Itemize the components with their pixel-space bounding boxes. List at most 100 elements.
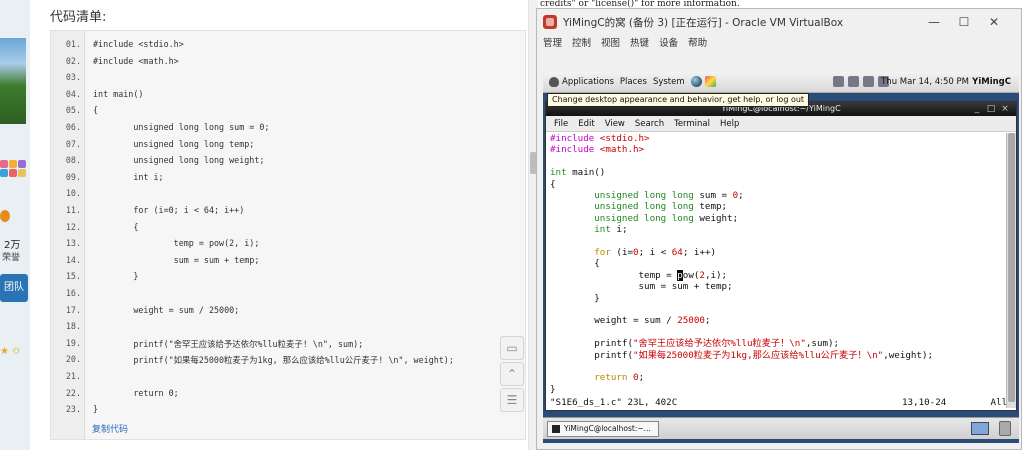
network-icon[interactable] <box>863 76 874 87</box>
back-to-top-icon[interactable]: ⌃ <box>500 362 524 386</box>
menu-view[interactable]: 视图 <box>601 35 620 51</box>
system-label: System <box>652 76 685 87</box>
line-number: 19. <box>65 337 81 348</box>
line-number: 12. <box>65 221 81 232</box>
code-line: 10. <box>51 188 527 205</box>
code-text: { <box>93 105 99 116</box>
code-line: 02. #include <math.h> <box>51 56 527 73</box>
text-cursor: p <box>677 269 683 281</box>
applications-menu[interactable]: Applications <box>549 76 614 87</box>
terminal-menu-edit[interactable]: Edit <box>578 116 594 131</box>
vim-line: for (i=0; i < 64; i++) <box>594 247 717 258</box>
vim-line: return 0; <box>594 372 645 384</box>
profile-sidebar: 2万 荣誉 团队 ★ ✩ <box>0 0 30 450</box>
vim-editor[interactable]: #include <stdio.h> #include <math.h> int… <box>546 133 1008 408</box>
update-icon[interactable] <box>833 76 844 87</box>
terminal-window[interactable]: YiMingC@localhost:~/YiMingC _ □ × File E… <box>545 101 1017 411</box>
line-number: 17. <box>65 304 81 315</box>
system-menu[interactable]: System <box>653 77 685 87</box>
code-line: 21. <box>51 371 527 388</box>
user-menu[interactable]: YiMingC <box>972 77 1011 87</box>
line-number: 20. <box>65 354 81 365</box>
terminal-menu-view[interactable]: View <box>605 116 625 131</box>
terminal-menu-terminal[interactable]: Terminal <box>674 116 710 131</box>
menu-manage[interactable]: 管理 <box>543 35 562 51</box>
menu-devices[interactable]: 设备 <box>659 35 678 51</box>
gnome-bottom-panel: YiMingC@localhost:~... <box>543 417 1019 439</box>
vim-line: temp = pow(2,i); <box>550 269 728 281</box>
code-line: 17. weight = sum / 25000; <box>51 305 527 322</box>
vim-line: #include <math.h> <box>550 144 645 156</box>
code-line: 03. <box>51 72 527 89</box>
terminal-maximize-button[interactable]: □ <box>986 104 996 114</box>
code-text: #include <stdio.h> <box>93 39 184 49</box>
floating-toolbar: ▭ ⌃ ☰ <box>500 336 528 414</box>
menu-hotkeys[interactable]: 热键 <box>630 35 649 51</box>
code-listing-title: 代码清单: <box>50 10 107 25</box>
line-number: 05. <box>65 105 81 116</box>
code-line: 07. unsigned long long temp; <box>51 139 527 156</box>
status-position: 13,10-24 All <box>902 397 1008 408</box>
terminal-minimize-button[interactable]: _ <box>972 104 982 114</box>
code-line: 14. sum = sum + temp; <box>51 255 527 272</box>
line-number: 03. <box>65 72 81 83</box>
code-line: 20. printf("如果每25000粒麦子为1kg, 那么应该给%llu公斤… <box>51 354 527 371</box>
maximize-button[interactable]: ☐ <box>949 13 979 31</box>
terminal-scrollbar-thumb[interactable] <box>1008 133 1015 402</box>
code-text: } <box>93 271 139 282</box>
line-number: 18. <box>65 321 81 332</box>
code-text: { <box>93 221 139 232</box>
close-button[interactable]: ✕ <box>979 13 1009 31</box>
code-text: printf("舍罕王应该给予达依尔%llu粒麦子! \n", sum); <box>93 338 364 349</box>
honor-label: 荣誉 <box>2 253 21 263</box>
team-button[interactable]: 团队 <box>0 274 28 302</box>
code-line: 16. <box>51 288 527 305</box>
menu-control[interactable]: 控制 <box>572 35 591 51</box>
places-menu[interactable]: Places <box>620 77 647 87</box>
launcher-icons <box>690 76 716 87</box>
line-number: 22. <box>65 387 81 398</box>
blog-page: 2万 荣誉 团队 ★ ✩ 代码清单: 01. #include <stdio.h>… <box>0 0 538 450</box>
terminal-menu-search[interactable]: Search <box>635 116 664 131</box>
terminal-menu-file[interactable]: File <box>554 116 568 131</box>
guest-screen[interactable]: Applications Places System Thu Mar 14, 4… <box>543 71 1019 443</box>
vim-line: sum = sum + temp; <box>550 281 733 293</box>
virtualbox-window: YiMingC的窝 (备份 3) [正在运行] - Oracle VM Virt… <box>536 8 1022 450</box>
copy-code-link[interactable]: 复制代码 <box>92 422 128 435</box>
vim-line: unsigned long long temp; <box>594 201 728 213</box>
list-icon[interactable]: ☰ <box>500 388 524 412</box>
terminal-close-button[interactable]: × <box>1000 104 1010 114</box>
minimize-button[interactable]: — <box>919 13 949 31</box>
appearance-icon[interactable] <box>704 76 716 87</box>
clock[interactable]: Thu Mar 14, 4:50 PM <box>881 77 969 87</box>
line-number: 16. <box>65 288 81 298</box>
code-listing: 01. #include <stdio.h> 02. #include <math.h… <box>50 30 526 440</box>
code-text: temp = pow(2, i); <box>93 238 260 249</box>
star-rating-icon: ★ ✩ <box>0 346 21 357</box>
virtualbox-logo-icon <box>543 15 557 29</box>
gnome-foot-icon <box>549 76 559 87</box>
volume-icon[interactable] <box>848 76 859 87</box>
profile-image[interactable] <box>0 38 26 124</box>
vim-line: int main() <box>550 167 606 179</box>
vim-line: } <box>550 383 556 395</box>
terminal-scrollbar[interactable] <box>1006 133 1016 408</box>
applications-label: Applications <box>562 76 614 87</box>
terminal-menu-help[interactable]: Help <box>720 116 739 131</box>
virtualbox-menubar: 管理 控制 视图 热键 设备 帮助 <box>543 35 707 51</box>
web-browser-icon[interactable] <box>690 76 702 87</box>
code-text: return 0; <box>93 387 179 398</box>
line-number: 07. <box>65 138 81 149</box>
menu-help[interactable]: 帮助 <box>688 35 707 51</box>
line-number: 11. <box>65 205 81 215</box>
code-line: 19. printf("舍罕王应该给予达依尔%llu粒麦子! \n", sum)… <box>51 338 527 355</box>
code-line: 18. <box>51 321 527 338</box>
code-line: 04. int main() <box>51 89 527 106</box>
trash-icon[interactable] <box>999 421 1011 436</box>
vim-line: } <box>550 292 600 304</box>
comment-icon[interactable]: ▭ <box>500 336 524 360</box>
taskbar-terminal-button[interactable]: YiMingC@localhost:~... <box>547 421 659 437</box>
code-line: 11. for (i=0; i < 64; i++) <box>51 205 527 222</box>
honor-count: 2万 <box>4 240 21 251</box>
workspace-switcher[interactable] <box>971 422 989 435</box>
